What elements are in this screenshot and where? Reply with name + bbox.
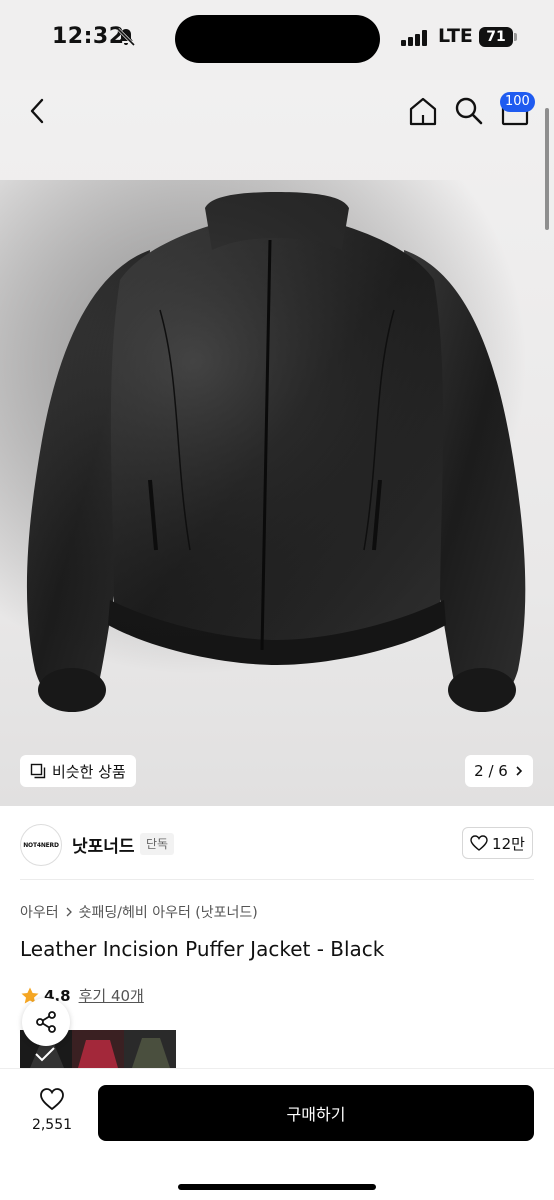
brand-name[interactable]: 낫포너드 [72,832,135,857]
battery-icon: 71 [479,27,517,47]
top-nav [0,80,554,144]
search-icon[interactable] [452,94,486,128]
network-type: LTE [438,25,473,47]
breadcrumb-item[interactable]: 숏패딩/헤비 아우터 (낫포너드) [79,902,258,922]
brand-logo[interactable]: NOT4NERD [20,824,62,866]
image-pager[interactable]: 2 / 6 [465,755,533,787]
product-title: Leather Incision Puffer Jacket - Black [20,937,385,961]
heart-icon [470,835,488,851]
share-button[interactable] [22,998,70,1046]
review-thumbnail[interactable] [72,1030,124,1068]
buy-button[interactable]: 구매하기 [98,1085,534,1141]
home-indicator [178,1184,376,1190]
similar-products-button[interactable]: 비슷한 상품 [20,755,136,787]
wishlist-count: 2,551 [31,1117,73,1133]
divider [20,879,534,880]
similar-icon [30,763,46,779]
product-image-gallery[interactable] [0,80,554,806]
status-bar: 12:32 LTE 71 [0,0,554,80]
breadcrumb: 아우터 숏패딩/헤비 아우터 (낫포너드) [20,902,258,922]
cart-count-badge: 100 [500,92,535,112]
bell-muted-icon [116,27,136,47]
chevron-right-icon [516,766,522,776]
signal-icon [401,30,427,46]
review-thumbnail[interactable] [124,1030,176,1068]
breadcrumb-item[interactable]: 아우터 [20,902,59,922]
home-icon[interactable] [406,94,440,128]
heart-icon [40,1088,64,1111]
dynamic-island [175,15,380,63]
status-time: 12:32 [52,24,125,49]
brand-like-button[interactable]: 12만 [462,827,533,859]
bottom-action-bar: 2,551 구매하기 [0,1068,554,1200]
chevron-right-icon [66,907,72,917]
similar-products-label: 비슷한 상품 [52,762,126,781]
wishlist-button[interactable]: 2,551 [24,1087,80,1147]
scrollbar[interactable] [545,108,549,230]
review-count-link[interactable]: 후기 40개 [79,985,144,1006]
exclusive-badge: 단독 [140,833,175,855]
share-icon [36,1011,56,1033]
brand-row[interactable]: NOT4NERD 낫포너드 단독 12만 [0,806,554,882]
image-pager-count: 2 / 6 [474,762,508,780]
back-icon[interactable] [22,94,54,128]
product-image [0,180,554,712]
brand-like-count: 12만 [492,834,525,853]
